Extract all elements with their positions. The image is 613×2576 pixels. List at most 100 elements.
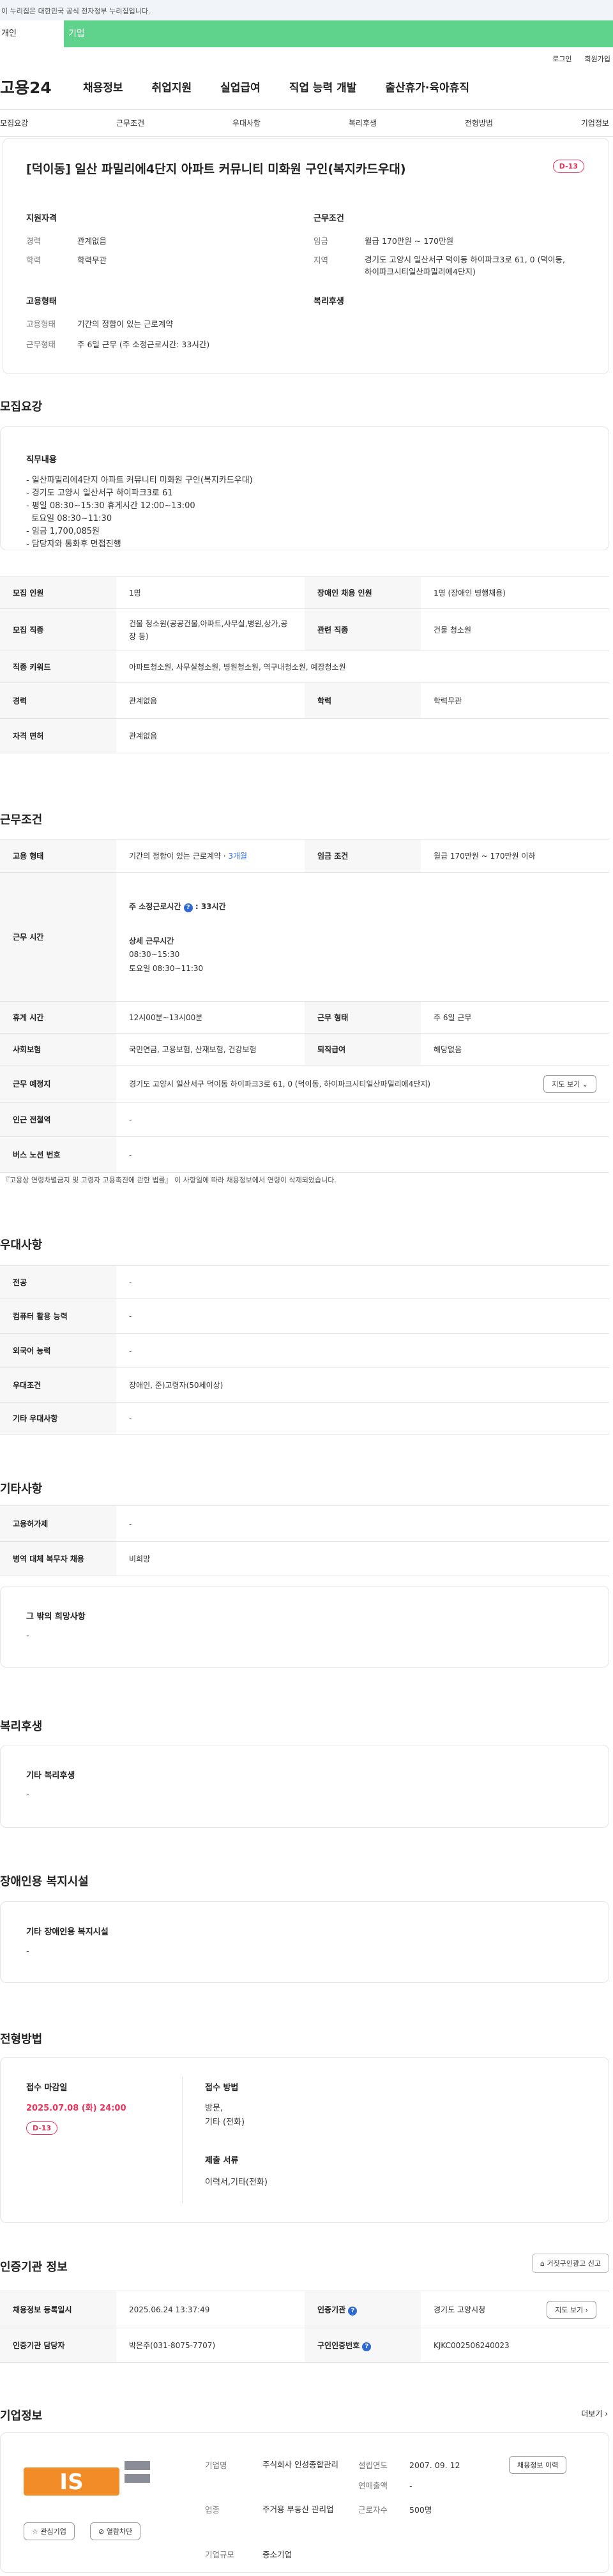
row-head: 인근 전철역 bbox=[0, 1102, 116, 1137]
row-head: 학력 bbox=[305, 682, 421, 719]
job-history-button[interactable]: 채용정보 이력 bbox=[509, 2456, 567, 2474]
anchor-pref[interactable]: 우대사항 bbox=[232, 117, 261, 128]
chevron-down-icon: ⌄ bbox=[582, 1080, 588, 1088]
row-value: - bbox=[116, 1333, 609, 1368]
join-link[interactable]: 회원가입 bbox=[585, 55, 610, 63]
method-value-2: 기타 (전화) bbox=[205, 2118, 245, 2127]
row-head: 고용 형태 bbox=[0, 839, 116, 873]
work-section-title: 근무조건 bbox=[0, 813, 43, 827]
row-head: 경력 bbox=[0, 682, 116, 719]
welfare-heading: 복리후생 bbox=[314, 297, 344, 306]
row-head: 전공 bbox=[0, 1265, 116, 1299]
job-title: [덕이동] 일산 파밀리에4단지 아파트 커뮤니티 미화원 구인(복지카드우대) bbox=[26, 162, 406, 176]
weekly-hours: 주 소정근로시간 ? : 33시간 bbox=[129, 901, 596, 912]
work-table: 고용 형태 기간의 정함이 있는 근로계약 · 3개월 임금 조건 월급 170만원 … bbox=[0, 839, 609, 1173]
dday-badge: D-13 bbox=[552, 160, 584, 173]
anchor-work[interactable]: 근무조건 bbox=[116, 117, 144, 128]
row-head: 직종 키워드 bbox=[0, 651, 116, 683]
select-box: 접수 마감일 2025.07.08 (화) 24:00 D-13 접수 방법 방… bbox=[0, 2057, 609, 2223]
company-industry: 업종 bbox=[205, 2505, 220, 2515]
row-head: 근무 형태 bbox=[305, 1001, 421, 1034]
report-button[interactable]: ⌂ 거짓구인광고 신고 bbox=[532, 2254, 609, 2273]
gnb-item-leave[interactable]: 출산휴가·육아휴직 bbox=[385, 79, 469, 94]
table-row: 휴게 시간 12시00분~13시00분 근무 형태 주 6일 근무 bbox=[0, 1001, 609, 1034]
table-row: 인근 전철역 - bbox=[0, 1102, 609, 1137]
site-logo[interactable]: 고용24 bbox=[0, 75, 70, 98]
gnb-item-jobs[interactable]: 채용정보 bbox=[83, 79, 123, 94]
qual-edu: 학력 학력무관 bbox=[26, 255, 107, 265]
company-box: IS ☆ 관심기업 ⊘ 열람차단 기업명 주식회사 인성종합관리 업종 주거용 … bbox=[0, 2432, 609, 2573]
pref-section-title: 우대사항 bbox=[0, 1239, 43, 1252]
table-row: 경력 관계없음 학력 학력무관 bbox=[0, 682, 609, 719]
etc-wish-title: 그 밖의 희망사항 bbox=[26, 1612, 86, 1622]
info-icon[interactable]: ? bbox=[348, 2306, 358, 2316]
row-value: 12시00분~13시00분 bbox=[116, 1001, 305, 1034]
chevron-right-icon: › bbox=[605, 2409, 608, 2418]
map-button[interactable]: 지도 보기 ⌄ bbox=[543, 1074, 596, 1093]
company-more-link[interactable]: 더보기 › bbox=[581, 2408, 608, 2419]
duty-line: - 담당자와 통화후 면접진행 bbox=[26, 539, 121, 549]
row-value: 학력무관 bbox=[421, 682, 609, 719]
duty-line: - 평일 08:30~15:30 휴게시간 12:00~13:00 bbox=[26, 501, 195, 511]
row-head: 임금 조건 bbox=[305, 839, 421, 873]
row-head: 기타 우대사항 bbox=[0, 1402, 116, 1435]
table-row: 자격 면허 관계없음 bbox=[0, 718, 609, 753]
org-head-text: 인증기관 bbox=[317, 2305, 346, 2314]
row-head: 근무 예정지 bbox=[0, 1065, 116, 1103]
cert-map-button[interactable]: 지도 보기 › bbox=[547, 2300, 596, 2319]
method-label: 접수 방법 bbox=[205, 2083, 239, 2093]
svg-text:IS: IS bbox=[59, 2469, 83, 2495]
detail-hours-1: 08:30~15:30 bbox=[129, 949, 180, 959]
welfare-box-title: 기타 복리후생 bbox=[26, 1771, 75, 1781]
table-row: 사회보험 국민연금, 고용보험, 산재보험, 건강보험 퇴직급여 해당없음 bbox=[0, 1033, 609, 1066]
gnb-item-benefit[interactable]: 실업급여 bbox=[220, 79, 261, 94]
company-sales: 연매출액 - bbox=[358, 2481, 412, 2490]
emp-period-link[interactable]: 3개월 bbox=[228, 852, 247, 861]
row-head: 버스 노선 번호 bbox=[0, 1136, 116, 1173]
anchor-recruit[interactable]: 모집요강 bbox=[0, 117, 28, 128]
duty-line: - 일산파밀리에4단지 아파트 커뮤니티 미화원 구인(복지카드우대) bbox=[26, 476, 253, 485]
row-value: - bbox=[116, 1402, 609, 1435]
gnb-item-training[interactable]: 직업 능력 개발 bbox=[289, 79, 357, 94]
cond-wage: 임금 월급 170만원 ~ 170만원 bbox=[314, 236, 454, 246]
emp-hours: 근무형태 주 6일 근무 (주 소정근로시간: 33시간) bbox=[26, 340, 210, 349]
company-size: 기업규모 중소기업 bbox=[205, 2550, 292, 2559]
info-icon[interactable]: ? bbox=[362, 2342, 372, 2351]
anchor-company[interactable]: 기업정보 bbox=[581, 117, 609, 128]
cond-location: 지역 경기도 고양시 일산서구 덕이동 하이파크3로 61, 0 (덕이동, 하이… bbox=[314, 255, 565, 276]
tab-enterprise[interactable]: 기업 bbox=[64, 20, 613, 47]
login-link[interactable]: 로그인 bbox=[552, 55, 571, 63]
row-head: 사회보험 bbox=[0, 1033, 116, 1066]
star-icon: ☆ bbox=[32, 2527, 38, 2536]
company-industry-value: 주거용 부동산 관리업 bbox=[262, 2504, 334, 2514]
table-row: 근무 예정지 경기도 고양시 일산서구 덕이동 하이파크3로 61, 0 (덕이동… bbox=[0, 1065, 609, 1103]
util-menu: 로그인 회원가입 bbox=[0, 47, 613, 64]
block-company-button[interactable]: ⊘ 열람차단 bbox=[90, 2522, 141, 2540]
docs-value: 이력서,기타(전화) bbox=[205, 2178, 268, 2187]
place-text: 경기도 고양시 일산서구 덕이동 하이파크3로 61, 0 (덕이동, 하이파크… bbox=[129, 1080, 431, 1088]
cert-map-label: 지도 보기 bbox=[555, 2305, 584, 2314]
section-anchor-nav: 모집요강 근무조건 우대사항 복리후생 전형방법 기업정보 bbox=[0, 110, 613, 137]
weekly-value: : 33시간 bbox=[195, 901, 226, 911]
gnb-item-support[interactable]: 취업지원 bbox=[152, 79, 192, 94]
tab-individual[interactable]: 개인 bbox=[0, 20, 64, 47]
anchor-select[interactable]: 전형방법 bbox=[465, 117, 493, 128]
table-row: 버스 노선 번호 - bbox=[0, 1136, 609, 1173]
duty-heading: 직무내용 bbox=[26, 455, 57, 465]
table-row: 우대조건 장애인, 준)고령자(50세이상) bbox=[0, 1367, 609, 1403]
cond-heading: 근무조건 bbox=[314, 214, 344, 223]
etc-wish-box: 그 밖의 희망사항 - bbox=[0, 1586, 609, 1668]
info-icon[interactable]: ? bbox=[183, 903, 193, 912]
row-value: 관계없음 bbox=[116, 682, 305, 719]
row-head: 외국어 능력 bbox=[0, 1333, 116, 1368]
fav-company-button[interactable]: ☆ 관심기업 bbox=[24, 2522, 75, 2540]
row-head: 관련 직종 bbox=[305, 608, 421, 651]
duty-box: 직무내용 - 일산파밀리에4단지 아파트 커뮤니티 미화원 구인(복지카드우대)… bbox=[0, 426, 609, 550]
etc-table: 고용허가제 - 병역 대체 복무자 채용 비희망 bbox=[0, 1505, 609, 1576]
row-value: - bbox=[116, 1299, 609, 1334]
anchor-welfare[interactable]: 복리후생 bbox=[349, 117, 377, 128]
row-head: 자격 면허 bbox=[0, 718, 116, 753]
row-value: 주 6일 근무 bbox=[421, 1001, 609, 1034]
fav-label: 관심기업 bbox=[40, 2527, 66, 2536]
deadline-value: 2025.07.08 (화) 24:00 bbox=[26, 2104, 126, 2113]
